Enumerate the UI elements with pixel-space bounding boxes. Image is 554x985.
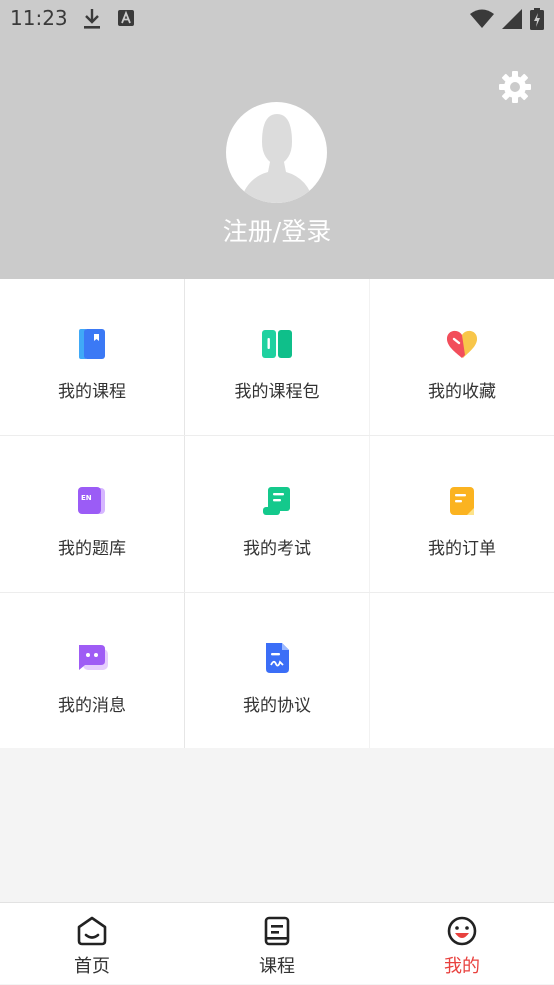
status-time: 11:23: [10, 6, 68, 30]
gear-icon[interactable]: [498, 70, 532, 104]
menu-item-label: 我的协议: [243, 696, 311, 716]
book-icon: [79, 329, 105, 359]
menu-item-my-orders[interactable]: 我的订单: [370, 436, 554, 592]
tab-label: 课程: [259, 956, 295, 977]
tab-courses[interactable]: 课程: [185, 903, 369, 985]
message-icon: [79, 645, 108, 670]
avatar[interactable]: [226, 102, 327, 203]
user-silhouette-icon: [240, 114, 314, 203]
bottom-tab-bar: 首页 课程 我的: [0, 902, 554, 984]
home-icon: [77, 916, 107, 946]
menu-item-my-exams[interactable]: 我的考试: [185, 436, 369, 592]
menu-item-label: 我的课程包: [234, 382, 320, 402]
status-bar: 11:23: [0, 0, 554, 36]
menu-item-my-favorites[interactable]: 我的收藏: [370, 279, 554, 435]
menu-item-my-agreements[interactable]: 我的协议: [185, 593, 369, 749]
menu-item-label: 我的消息: [58, 696, 126, 716]
tab-home[interactable]: 首页: [0, 903, 184, 985]
grid-divider: [184, 279, 185, 748]
menu-item-my-question-bank[interactable]: EN 我的题库: [0, 436, 184, 592]
wifi-icon: [470, 9, 494, 28]
course-book-icon: [264, 916, 290, 946]
menu-item-label: 我的课程: [58, 382, 126, 402]
login-register-link[interactable]: 注册/登录: [0, 212, 554, 248]
signal-icon: [502, 9, 522, 29]
grid-divider: [0, 435, 554, 436]
question-bank-icon: EN: [78, 487, 105, 514]
menu-item-label: 我的收藏: [428, 382, 496, 402]
menu-item-label: 我的考试: [243, 539, 311, 559]
order-icon: [450, 487, 474, 515]
menu-item-my-course-packages[interactable]: 我的课程包: [185, 279, 369, 435]
open-book-icon: [262, 330, 292, 358]
tab-label: 首页: [74, 956, 110, 977]
agreement-icon: [266, 643, 289, 673]
accessibility-icon: [118, 10, 134, 26]
scroll-icon: [263, 487, 290, 515]
grid-divider: [369, 279, 370, 748]
tab-mine[interactable]: 我的: [370, 903, 554, 985]
menu-item-label: 我的题库: [58, 539, 126, 559]
tab-label: 我的: [444, 956, 480, 977]
menu-grid: 我的课程 我的课程包 我的收藏 EN 我的题库 我的考试 我的订单 我的消息 我…: [0, 279, 554, 748]
svg-text:EN: EN: [81, 494, 92, 502]
heart-icon: [446, 330, 478, 358]
profile-header: 11:23 注册/登录: [0, 0, 554, 279]
battery-icon: [530, 8, 544, 30]
grid-divider: [0, 592, 554, 593]
menu-item-my-messages[interactable]: 我的消息: [0, 593, 184, 749]
menu-item-label: 我的订单: [428, 539, 496, 559]
smile-face-icon: [447, 916, 477, 946]
download-icon: [84, 9, 100, 29]
menu-item-my-courses[interactable]: 我的课程: [0, 279, 184, 435]
